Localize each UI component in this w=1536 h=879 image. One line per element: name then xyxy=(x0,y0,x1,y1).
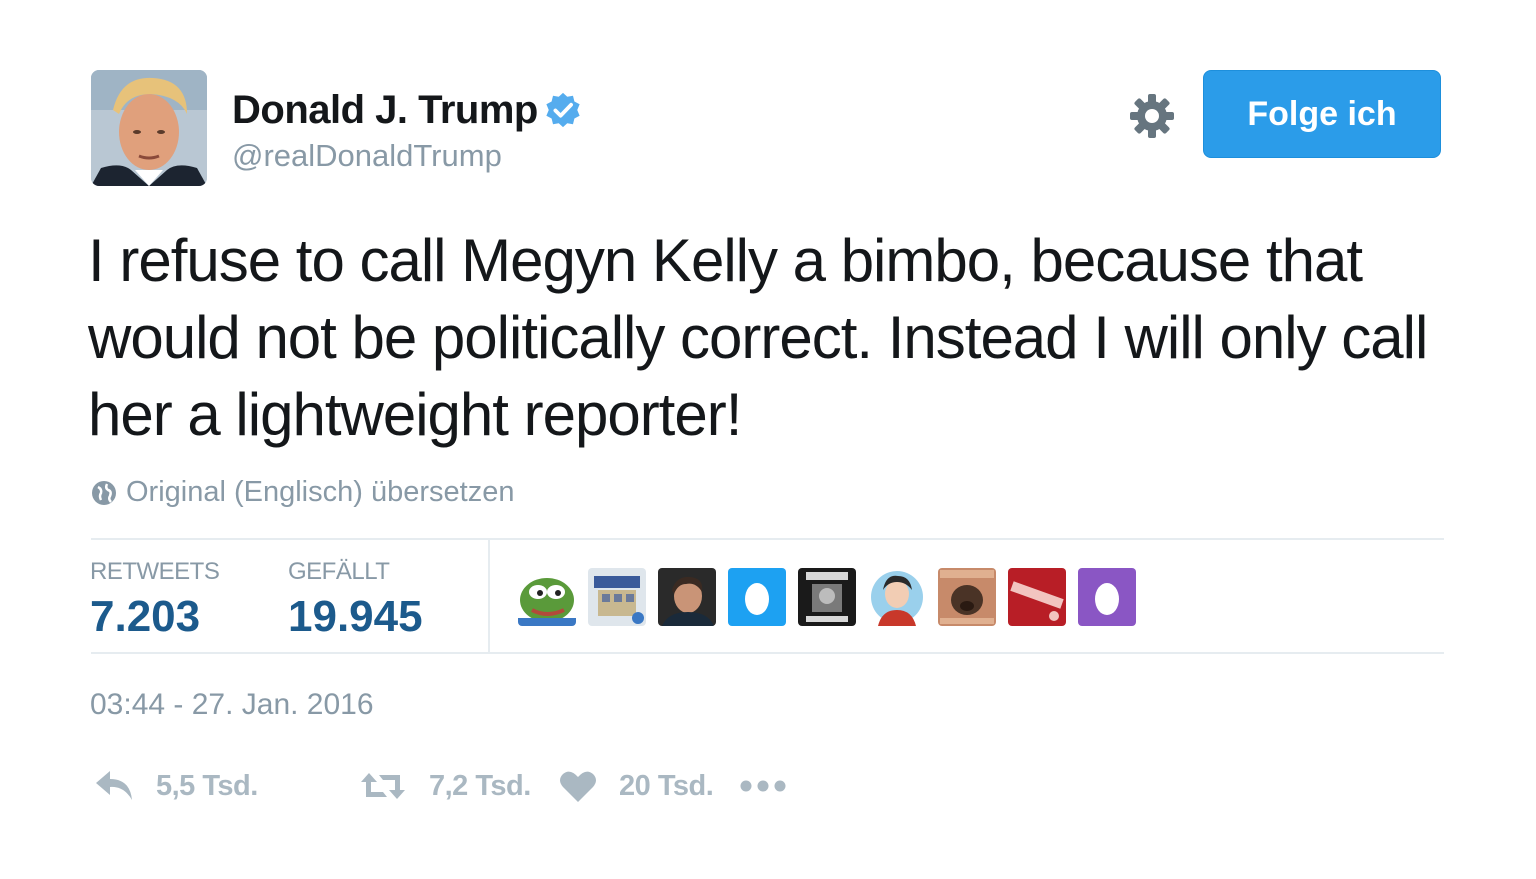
poster-avatar[interactable] xyxy=(798,568,856,626)
likes-value[interactable]: 19.945 xyxy=(288,592,423,642)
brown-dog-avatar[interactable] xyxy=(938,568,996,626)
cartoon-avatar[interactable] xyxy=(868,568,926,626)
reply-count: 5,5 Tsd. xyxy=(156,769,258,802)
reply-icon xyxy=(96,771,132,800)
retweets-value[interactable]: 7.203 xyxy=(90,592,219,642)
stats-divider-top xyxy=(91,538,1444,540)
likes-stat[interactable]: GEFÄLLT 19.945 xyxy=(288,558,423,642)
bang-avatar[interactable] xyxy=(1008,568,1066,626)
more-button[interactable] xyxy=(739,779,787,793)
retweet-button[interactable]: 7,2 Tsd. xyxy=(359,769,559,803)
man-portrait-avatar[interactable] xyxy=(658,568,716,626)
stats-divider-bottom xyxy=(91,652,1444,654)
like-count: 20 Tsd. xyxy=(619,769,714,802)
likers-avatar-list xyxy=(518,568,1148,626)
egg-avatar-purple[interactable] xyxy=(1078,568,1136,626)
tweet-actions: 5,5 Tsd. 7,2 Tsd. 20 Tsd. xyxy=(94,762,787,810)
user-avatar[interactable] xyxy=(91,70,207,186)
tweet-text: I refuse to call Megyn Kelly a bimbo, be… xyxy=(88,227,1428,448)
building-avatar[interactable] xyxy=(588,568,646,626)
retweets-label: RETWEETS xyxy=(90,558,220,585)
verified-badge-icon xyxy=(546,92,580,128)
pepe-avatar[interactable] xyxy=(518,568,576,626)
translate-label[interactable]: Original (Englisch) übersetzen xyxy=(126,476,514,509)
more-dots-icon xyxy=(740,780,786,792)
stats-vertical-divider xyxy=(488,540,490,652)
user-name-row[interactable]: Donald J. Trump xyxy=(232,86,582,134)
display-name[interactable]: Donald J. Trump xyxy=(232,88,538,133)
follow-button[interactable]: Folge ich xyxy=(1203,70,1441,158)
tweet-timestamp[interactable]: 03:44 - 27. Jan. 2016 xyxy=(90,688,374,722)
translate-link[interactable]: Original (Englisch) übersetzen xyxy=(90,476,514,509)
likes-label: GEFÄLLT xyxy=(288,558,390,585)
egg-avatar-blue[interactable] xyxy=(728,568,786,626)
reply-button[interactable]: 5,5 Tsd. xyxy=(94,769,359,803)
retweet-icon xyxy=(361,773,405,799)
user-handle[interactable]: @realDonaldTrump xyxy=(232,138,502,174)
globe-icon xyxy=(92,480,116,505)
retweets-stat[interactable]: RETWEETS 7.203 xyxy=(90,558,220,642)
like-button[interactable]: 20 Tsd. xyxy=(559,769,739,803)
gear-icon[interactable] xyxy=(1128,92,1176,140)
heart-icon xyxy=(560,771,596,802)
tweet-card: Donald J. Trump @realDonaldTrump Folge i… xyxy=(0,0,1536,879)
retweet-count: 7,2 Tsd. xyxy=(429,769,531,802)
